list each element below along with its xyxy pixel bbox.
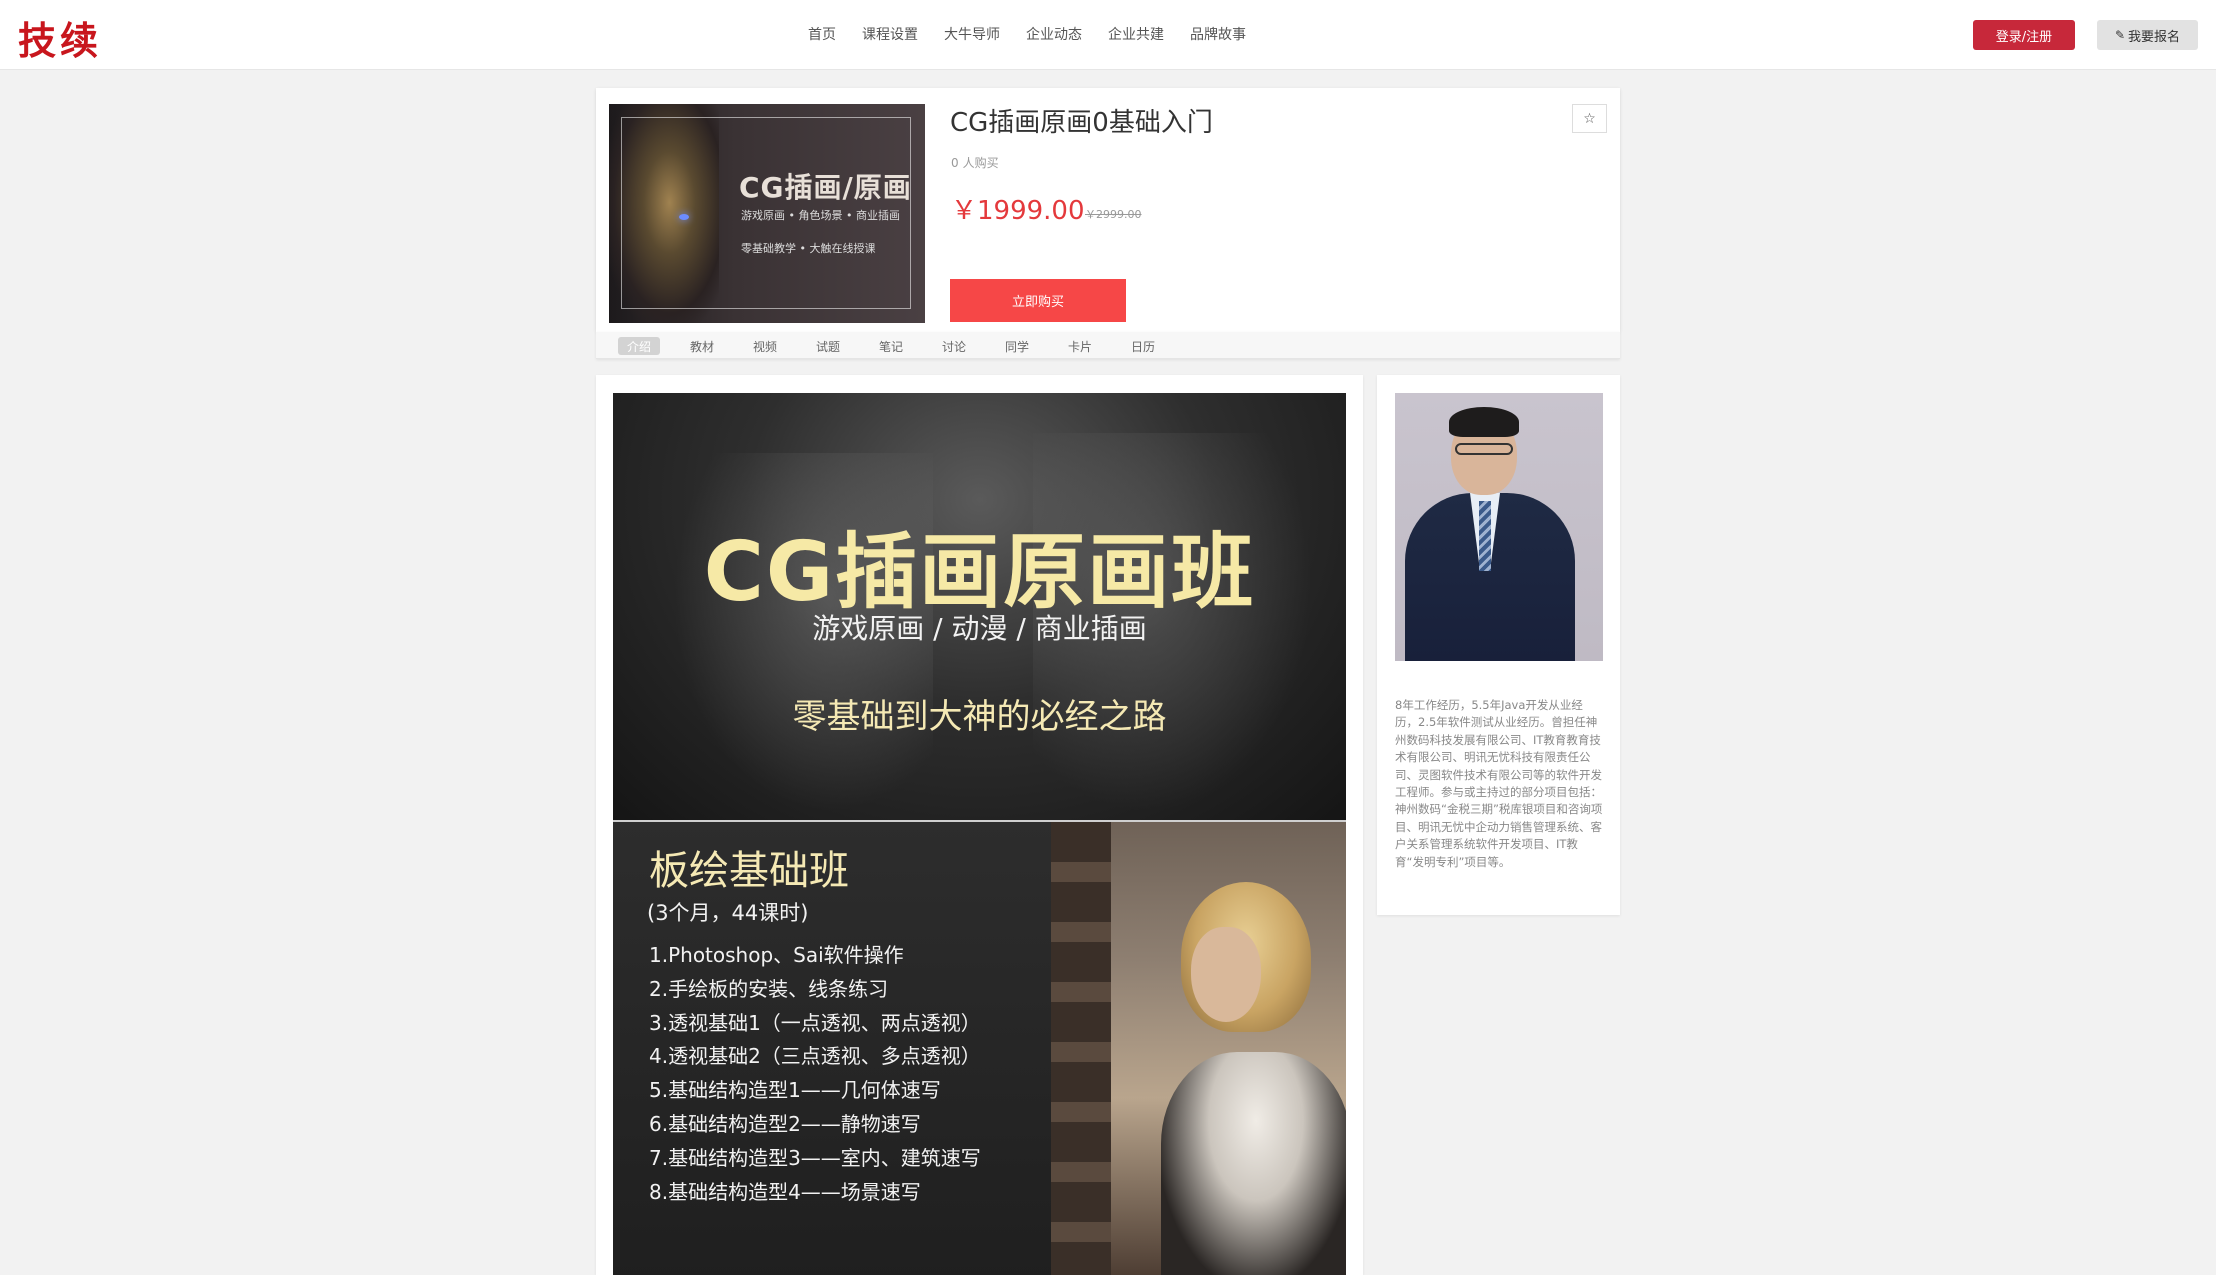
- nav-item-mentors[interactable]: 大牛导师: [944, 24, 1000, 44]
- main-nav: 首页 课程设置 大牛导师 企业动态 企业共建 品牌故事: [808, 24, 1272, 44]
- login-register-button[interactable]: 登录/注册: [1973, 20, 2075, 50]
- syllabus-item: 1.Photoshop、Sai软件操作: [649, 943, 904, 967]
- teacher-photo[interactable]: [1395, 393, 1603, 661]
- enroll-button-label: 我要报名: [2128, 29, 2181, 45]
- nav-item-enterprise[interactable]: 企业共建: [1108, 24, 1164, 44]
- cover-subtitle-1: 游戏原画 • 角色场景 • 商业插画: [741, 209, 900, 222]
- course-poster: CG插画原画班 游戏原画 / 动漫 / 商业插画 零基础到大神的必经之路 板绘基…: [613, 393, 1346, 1275]
- class-duration: (3个月，44课时): [647, 901, 809, 925]
- course-cover-image: CG插画/原画 游戏原画 • 角色场景 • 商业插画 零基础教学 • 大触在线授…: [609, 104, 925, 323]
- teacher-hair-art: [1449, 407, 1519, 437]
- star-icon[interactable]: ☆: [1572, 104, 1607, 133]
- tab-intro[interactable]: 介绍: [618, 337, 660, 355]
- poster-slogan: 零基础到大神的必经之路: [792, 697, 1167, 737]
- course-price: ￥1999.00: [951, 196, 1085, 226]
- poster-subtitle: 游戏原画 / 动漫 / 商业插画: [812, 612, 1147, 645]
- buyer-count-number: 0: [951, 156, 959, 170]
- tab-calendar[interactable]: 日历: [1122, 337, 1164, 355]
- course-tabs: 介绍 教材 视频 试题 笔记 讨论 同学 卡片 日历: [596, 332, 1620, 359]
- cover-title: CG插画/原画: [739, 171, 912, 204]
- syllabus-item: 8.基础结构造型4——场景速写: [649, 1179, 921, 1204]
- course-intro-panel: CG插画原画班 游戏原画 / 动漫 / 商业插画 零基础到大神的必经之路 板绘基…: [596, 375, 1363, 1275]
- tab-cards[interactable]: 卡片: [1059, 337, 1101, 355]
- course-card: CG插画/原画 游戏原画 • 角色场景 • 商业插画 零基础教学 • 大触在线授…: [596, 88, 1620, 332]
- tab-materials[interactable]: 教材: [681, 337, 723, 355]
- teacher-glasses-art: [1455, 443, 1513, 455]
- syllabus-list: 1.Photoshop、Sai软件操作 2.手绘板的安装、线条练习 3.透视基础…: [649, 939, 981, 1209]
- class-title: 板绘基础班: [649, 848, 849, 894]
- buyer-count: 0 人购买: [951, 154, 999, 171]
- tab-classmates[interactable]: 同学: [996, 337, 1038, 355]
- site-logo[interactable]: 技续: [18, 10, 102, 65]
- syllabus-item: 6.基础结构造型2——静物速写: [649, 1111, 921, 1136]
- teacher-tie-art: [1479, 501, 1491, 571]
- pencil-icon: ✎: [2114, 28, 2126, 42]
- nav-item-company-news[interactable]: 企业动态: [1026, 24, 1082, 44]
- buyer-count-label: 人购买: [962, 156, 999, 170]
- nav-item-courses[interactable]: 课程设置: [862, 24, 918, 44]
- teacher-panel: 8年工作经历，5.5年Java开发从业经历，2.5年软件测试从业经历。曾担任神州…: [1377, 375, 1620, 915]
- nav-item-brand-story[interactable]: 品牌故事: [1190, 24, 1246, 44]
- tab-discussion[interactable]: 讨论: [933, 337, 975, 355]
- poster-body-art: [1161, 1052, 1346, 1275]
- syllabus-item: 5.基础结构造型1——几何体速写: [649, 1078, 941, 1103]
- tab-exams[interactable]: 试题: [807, 337, 849, 355]
- syllabus-item: 4.透视基础2（三点透视、多点透视）: [649, 1044, 981, 1069]
- tab-videos[interactable]: 视频: [744, 337, 786, 355]
- course-title: CG插画原画0基础入门: [950, 108, 1213, 138]
- cover-subtitle-2: 零基础教学 • 大触在线授课: [741, 242, 876, 255]
- syllabus-item: 2.手绘板的安装、线条练习: [649, 976, 889, 1001]
- top-header: 技续 首页 课程设置 大牛导师 企业动态 企业共建 品牌故事 登录/注册 ✎ 我…: [0, 0, 2216, 70]
- syllabus-item: 7.基础结构造型3——室内、建筑速写: [649, 1145, 981, 1170]
- syllabus-item: 3.透视基础1（一点透视、两点透视）: [649, 1010, 981, 1035]
- poster-portrait-illustration: [1051, 822, 1346, 1275]
- enroll-button[interactable]: ✎ 我要报名: [2097, 20, 2198, 50]
- buy-now-button[interactable]: 立即购买: [950, 279, 1126, 322]
- teacher-bio: 8年工作经历，5.5年Java开发从业经历，2.5年软件测试从业经历。曾担任神州…: [1395, 698, 1603, 869]
- course-original-price: ￥2999.00: [1085, 208, 1142, 221]
- tab-notes[interactable]: 笔记: [870, 337, 912, 355]
- poster-door-art: [1051, 822, 1111, 1275]
- nav-item-home[interactable]: 首页: [808, 24, 836, 44]
- poster-face-art: [1191, 927, 1261, 1022]
